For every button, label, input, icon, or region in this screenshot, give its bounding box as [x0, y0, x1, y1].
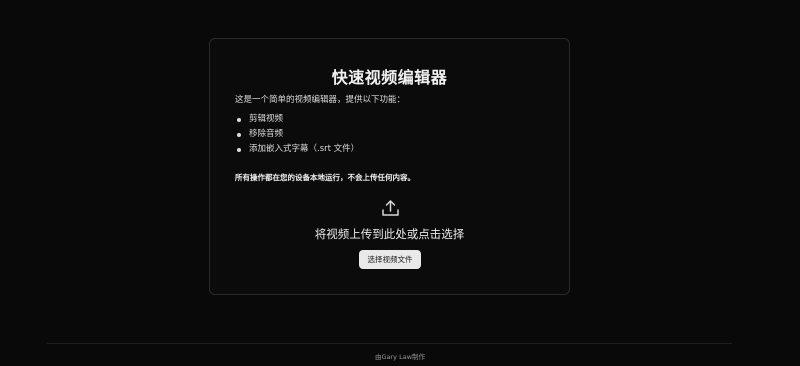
feature-item-trim: 剪辑视频: [235, 112, 359, 127]
feature-item-subtitles: 添加嵌入式字幕（.srt 文件）: [235, 142, 359, 157]
privacy-notice: 所有操作都在您的设备本地运行，不会上传任何内容。: [235, 173, 415, 182]
footer-divider: [47, 343, 732, 344]
select-video-button[interactable]: 选择视频文件: [359, 250, 421, 269]
feature-item-remove-audio: 移除音频: [235, 127, 359, 142]
upload-prompt: 将视频上传到此处或点击选择: [314, 227, 465, 241]
page-title: 快速视频编辑器: [331, 68, 448, 87]
footer-credit: 由Gary Law制作: [374, 353, 426, 361]
upload-card[interactable]: 快速视频编辑器 这是一个简单的视频编辑器，提供以下功能： 剪辑视频 移除音频 添…: [209, 38, 570, 295]
page: 快速视频编辑器 这是一个简单的视频编辑器，提供以下功能： 剪辑视频 移除音频 添…: [0, 0, 800, 366]
upload-icon: [382, 200, 399, 216]
feature-list: 剪辑视频 移除音频 添加嵌入式字幕（.srt 文件）: [235, 112, 359, 157]
intro-text: 这是一个简单的视频编辑器，提供以下功能：: [235, 95, 406, 105]
